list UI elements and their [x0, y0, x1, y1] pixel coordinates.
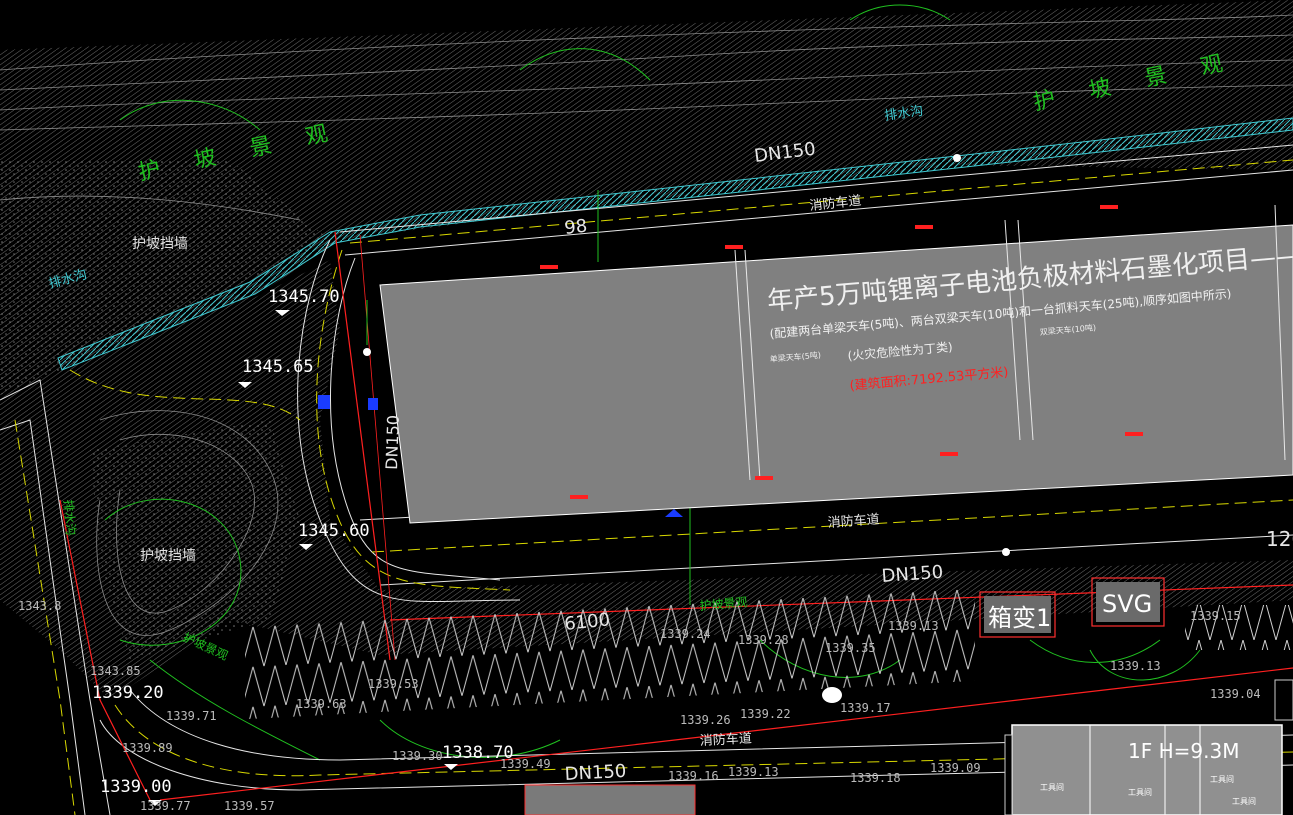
elev-1345-65: 1345.65 — [242, 357, 314, 377]
label-dim-98: 98 — [563, 216, 588, 239]
elev-small: 1339.09 — [930, 761, 981, 775]
label-retaining-wall-top: 护坡挡墙 — [132, 236, 188, 252]
label-pipe-bottom: DN150 — [564, 761, 627, 785]
elev-small: 1339.15 — [1190, 609, 1241, 623]
elev-small: 1339.30 — [392, 749, 443, 763]
elev-small: 1339.71 — [166, 709, 217, 723]
elev-small: 1339.89 — [122, 741, 173, 755]
elev-1345-70: 1345.70 — [268, 287, 340, 307]
label-fire-road-3: 消防车道 — [699, 730, 752, 749]
elev-small: 1339.18 — [850, 771, 901, 785]
elev-small: 1339.63 — [296, 697, 347, 711]
label-edge-number: 120 — [1266, 527, 1293, 551]
elev-small: 1339.13 — [728, 765, 779, 779]
label-svg-box: SVG — [1102, 590, 1152, 618]
label-pipe-vertical: DN150 — [382, 415, 403, 470]
elev-small: 1339.04 — [1210, 687, 1261, 701]
room-label: 工具间 — [1128, 788, 1152, 797]
elev-small: 1339.26 — [680, 713, 731, 727]
label-fire-road-2: 消防车道 — [827, 511, 880, 531]
elev-small: 1343.8 — [18, 599, 61, 613]
elev-small: 1339.16 — [668, 769, 719, 783]
label-box-transformer: 箱变1 — [988, 604, 1051, 632]
elev-small: 1339.49 — [500, 757, 551, 771]
label-retaining-wall-mid: 护坡挡墙 — [140, 548, 196, 564]
elev-small: 1343.85 — [90, 664, 141, 678]
elev-small: 1339.35 — [825, 641, 876, 655]
elev-small: 1339.77 — [140, 799, 191, 813]
elev-1339-00: 1339.00 — [100, 777, 172, 797]
elev-small: 1339.24 — [660, 627, 711, 641]
room-label: 工具间 — [1210, 775, 1234, 784]
elev-small: 1339.13 — [888, 619, 939, 633]
elev-small: 1339.53 — [368, 677, 419, 691]
elev-small: 1339.28 — [738, 633, 789, 647]
elev-small: 1339.13 — [1110, 659, 1161, 673]
elev-small: 1339.17 — [840, 701, 891, 715]
label-pipe-mid: DN150 — [881, 562, 944, 587]
elev-1345-60: 1345.60 — [298, 521, 370, 541]
elev-small: 1339.22 — [740, 707, 791, 721]
lower-left-building — [524, 784, 696, 815]
room-label: 工具间 — [1040, 783, 1064, 792]
elev-small: 1339.57 — [224, 799, 275, 813]
label-fire-road-1: 消防车道 — [809, 193, 862, 214]
label-floor-info: 1F H=9.3M — [1128, 739, 1239, 763]
elev-1339-20: 1339.20 — [92, 683, 164, 703]
cad-drawing-canvas[interactable]: 护 坡 景 观 护 坡 景 观 排水沟 排水沟 护坡挡墙 护坡挡墙 护坡景观 护… — [0, 0, 1293, 815]
room-label: 工具间 — [1232, 797, 1256, 806]
